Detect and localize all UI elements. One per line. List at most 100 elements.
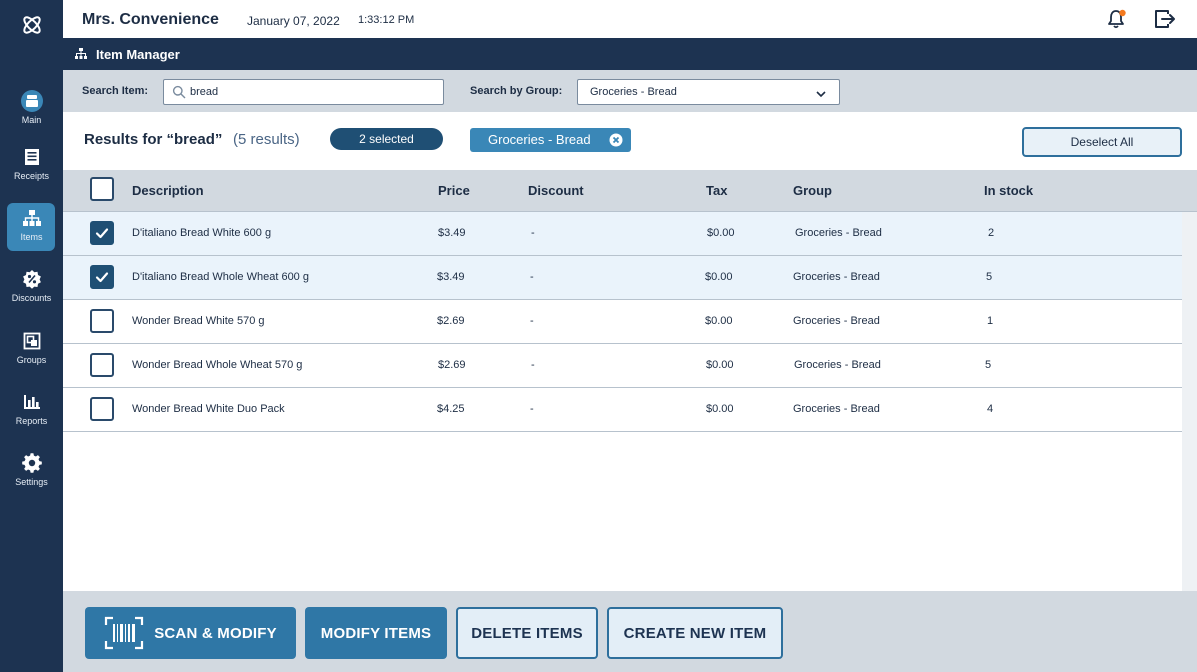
item-stock: 1 <box>987 315 994 327</box>
sidebar-item-settings[interactable]: Settings <box>0 452 63 500</box>
app-logo-icon[interactable] <box>0 12 63 40</box>
item-discount: - <box>530 271 534 283</box>
remove-filter-icon[interactable] <box>609 133 623 147</box>
search-item-label: Search Item: <box>82 85 149 97</box>
sidebar: Main Receipts Items Discounts Groups Rep… <box>0 0 63 672</box>
page-title-bar: Item Manager <box>63 38 1197 70</box>
checkmark-icon <box>95 272 109 283</box>
barcode-scan-icon <box>104 616 144 650</box>
row-checkbox[interactable] <box>90 397 114 421</box>
hierarchy-icon <box>74 47 88 61</box>
column-header-tax[interactable]: Tax <box>706 183 727 198</box>
delete-items-button[interactable]: DELETE ITEMS <box>456 607 598 659</box>
select-all-checkbox[interactable] <box>90 177 114 201</box>
results-title: Results for “bread” <box>84 131 223 148</box>
item-group: Groceries - Bread <box>793 403 880 415</box>
scan-and-modify-button[interactable]: SCAN & MODIFY <box>85 607 296 659</box>
item-discount: - <box>531 359 535 371</box>
selected-count-badge: 2 selected <box>330 128 443 150</box>
item-tax: $0.00 <box>707 227 735 239</box>
discount-badge-icon <box>21 268 43 290</box>
page-title: Item Manager <box>96 47 180 62</box>
table-row[interactable]: D'italiano Bread Whole Wheat 600 g $3.49… <box>63 256 1182 300</box>
sidebar-item-items[interactable]: Items <box>0 203 63 255</box>
column-header-in-stock[interactable]: In stock <box>984 183 1033 198</box>
column-header-discount[interactable]: Discount <box>528 183 584 198</box>
logout-icon[interactable] <box>1153 8 1177 30</box>
checkmark-icon <box>95 228 109 239</box>
sidebar-item-label: Discounts <box>11 293 52 303</box>
group-select[interactable]: Groceries - Bread <box>577 79 840 105</box>
table-row[interactable]: Wonder Bread Whole Wheat 570 g $2.69 - $… <box>63 344 1182 388</box>
results-header: Results for “bread” (5 results) 2 select… <box>63 112 1197 170</box>
bar-chart-icon <box>21 391 43 413</box>
sidebar-item-main[interactable]: Main <box>0 90 63 138</box>
item-discount: - <box>530 403 534 415</box>
sidebar-item-label: Reports <box>15 416 48 426</box>
item-group: Groceries - Bread <box>793 315 880 327</box>
item-price: $3.49 <box>437 271 465 283</box>
sidebar-item-label: Items <box>20 232 43 242</box>
sidebar-item-discounts[interactable]: Discounts <box>0 268 63 316</box>
item-description: D'italiano Bread White 600 g <box>132 227 272 239</box>
item-group: Groceries - Bread <box>794 359 881 371</box>
item-discount: - <box>530 315 534 327</box>
gear-icon <box>21 452 43 474</box>
item-stock: 5 <box>985 359 992 371</box>
table-scrollbar[interactable] <box>1182 212 1197 592</box>
search-item-field[interactable] <box>163 79 444 105</box>
column-header-group[interactable]: Group <box>793 183 832 198</box>
item-price: $2.69 <box>438 359 466 371</box>
notification-dot <box>1119 9 1126 17</box>
hierarchy-icon <box>21 207 43 229</box>
results-count: (5 results) <box>233 131 300 148</box>
scan-and-modify-label: SCAN & MODIFY <box>154 624 277 642</box>
search-group-label: Search by Group: <box>470 85 563 97</box>
item-group: Groceries - Bread <box>795 227 882 239</box>
row-checkbox[interactable] <box>90 265 114 289</box>
sidebar-item-groups[interactable]: Groups <box>0 330 63 378</box>
group-select-value: Groceries - Bread <box>590 86 677 98</box>
item-discount: - <box>531 227 535 239</box>
column-header-description[interactable]: Description <box>132 183 204 198</box>
create-new-item-button[interactable]: CREATE NEW ITEM <box>607 607 783 659</box>
notification-bell-icon[interactable] <box>1106 8 1128 30</box>
item-tax: $0.00 <box>705 315 733 327</box>
modify-items-button[interactable]: MODIFY ITEMS <box>305 607 447 659</box>
group-filter-chip: Groceries - Bread <box>470 128 631 152</box>
row-checkbox[interactable] <box>90 309 114 333</box>
search-input[interactable] <box>190 84 430 100</box>
item-description: Wonder Bread White 570 g <box>132 315 265 327</box>
table-header: Description Price Discount Tax Group In … <box>63 170 1197 212</box>
sidebar-item-label: Main <box>21 115 42 125</box>
sidebar-item-label: Receipts <box>13 171 49 181</box>
sidebar-item-label: Groups <box>16 355 47 365</box>
item-price: $4.25 <box>437 403 465 415</box>
sidebar-item-receipts[interactable]: Receipts <box>0 146 63 194</box>
top-header: Mrs. Convenience January 07, 2022 1:33:1… <box>63 0 1197 38</box>
item-price: $3.49 <box>438 227 466 239</box>
item-stock: 2 <box>988 227 995 239</box>
table-row[interactable]: Wonder Bread White 570 g $2.69 - $0.00 G… <box>63 300 1182 344</box>
item-group: Groceries - Bread <box>793 271 880 283</box>
item-description: D'italiano Bread Whole Wheat 600 g <box>132 271 309 283</box>
deselect-all-button[interactable]: Deselect All <box>1022 127 1182 157</box>
search-icon <box>172 85 186 99</box>
sidebar-item-label: Settings <box>15 477 48 487</box>
search-bar: Search Item: Search by Group: Groceries … <box>63 70 1197 112</box>
filter-chip-label: Groceries - Bread <box>488 132 591 147</box>
table-row[interactable]: Wonder Bread White Duo Pack $4.25 - $0.0… <box>63 388 1182 432</box>
sidebar-item-reports[interactable]: Reports <box>0 391 63 439</box>
receipt-icon <box>21 146 43 168</box>
bottom-toolbar: SCAN & MODIFY MODIFY ITEMS DELETE ITEMS … <box>63 591 1197 672</box>
column-header-price[interactable]: Price <box>438 183 470 198</box>
item-tax: $0.00 <box>706 403 734 415</box>
table-row[interactable]: D'italiano Bread White 600 g $3.49 - $0.… <box>63 212 1182 256</box>
row-checkbox[interactable] <box>90 221 114 245</box>
current-date: January 07, 2022 <box>247 14 340 28</box>
item-stock: 5 <box>986 271 993 283</box>
groups-icon <box>21 330 43 352</box>
row-checkbox[interactable] <box>90 353 114 377</box>
store-name: Mrs. Convenience <box>82 11 219 28</box>
chevron-down-icon <box>815 87 827 99</box>
